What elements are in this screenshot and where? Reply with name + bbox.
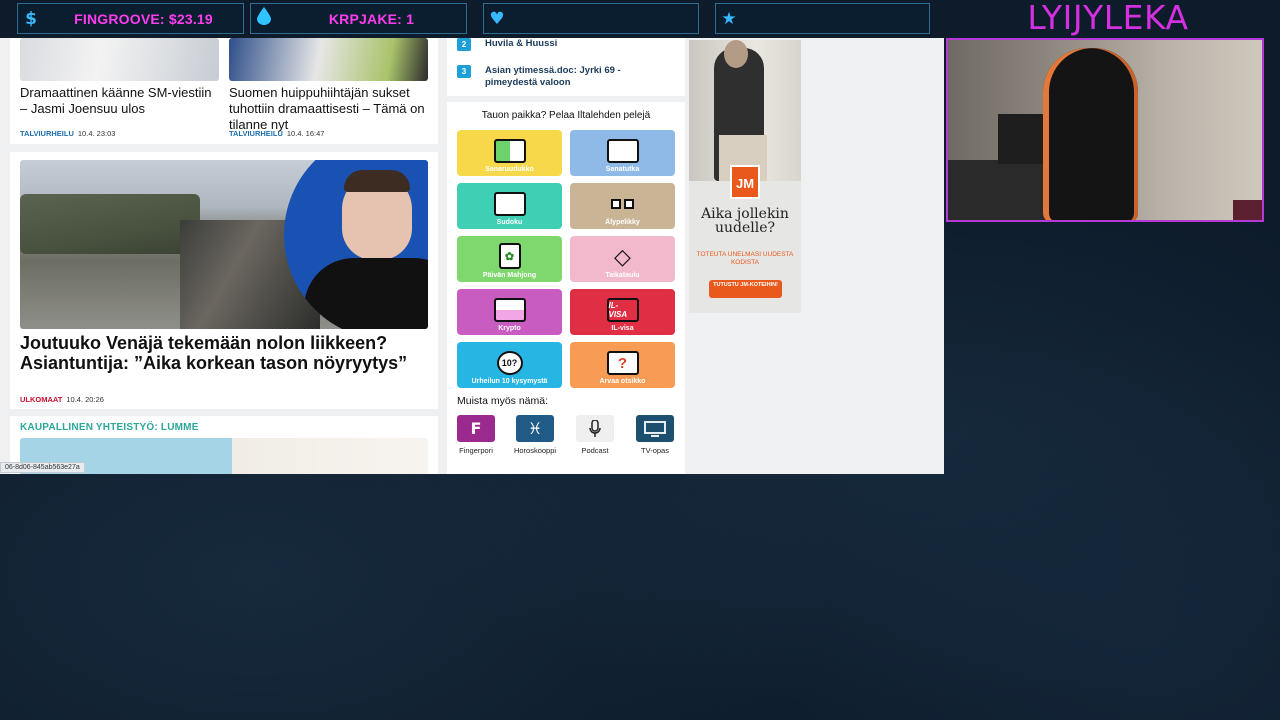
- game-tile-alypelikky[interactable]: Älypelikky: [570, 183, 675, 229]
- game-tile-urheilun-10[interactable]: 10? Urheilun 10 kysymystä: [457, 342, 562, 388]
- bits-counter: KRPJAKE: 1: [250, 3, 467, 34]
- expert-body: [304, 258, 428, 329]
- question-icon: ?: [606, 351, 639, 375]
- app-label: Horoskooppi: [513, 446, 557, 455]
- top-stories-card: Dramaattinen käänne SM-viestiin – Jasmi …: [10, 38, 438, 144]
- ad-headline: Aika jollekin uudelle?: [701, 206, 789, 236]
- main-story-time: 10.4. 20:26: [66, 395, 104, 404]
- drop-icon: [251, 7, 277, 30]
- ilvisa-icon: IL-VISA: [606, 298, 639, 322]
- gaming-chair: [1043, 48, 1138, 220]
- story-image-1[interactable]: [20, 38, 219, 81]
- toplist-item-2[interactable]: 2 Huvila & Huussi: [457, 38, 655, 51]
- game-tile-sudoku[interactable]: Sudoku: [457, 183, 562, 229]
- radar-icon: [606, 139, 639, 163]
- microphone-icon: [576, 415, 614, 442]
- game-label: Urheilun 10 kysymystä: [471, 378, 548, 385]
- game-label: Sudoku: [496, 219, 523, 226]
- dollar-icon: $: [25, 8, 37, 29]
- app-label: TV-opas: [641, 446, 669, 455]
- sudoku-icon: [493, 192, 526, 216]
- military-vehicles: [20, 194, 200, 254]
- crypto-icon: [493, 298, 526, 322]
- streamer-name: LYIJYLEKA: [1027, 0, 1189, 37]
- game-label: Älypelikky: [605, 219, 640, 226]
- donation-counter: $ FINGROOVE: $23.19: [17, 3, 244, 34]
- grid-icon: [493, 139, 526, 163]
- toplist-text-2: Huvila & Huussi: [485, 38, 558, 49]
- blocks-icon: [607, 192, 639, 216]
- toplist-text-3: Asian ytimessä.doc: Jyrki 69 - pimeydest…: [485, 65, 621, 88]
- game-tile-sanatutka[interactable]: Sanatutka: [570, 130, 675, 176]
- story-time-2: 10.4. 16:47: [286, 129, 325, 138]
- app-label: Podcast: [581, 446, 609, 455]
- bits-text: KRPJAKE: 1: [328, 10, 415, 27]
- star-icon: ★: [721, 8, 737, 29]
- status-bar-url: 06-8d06-845ab563e27a: [0, 462, 85, 473]
- mahjong-icon: ✿: [498, 243, 521, 269]
- app-tv-opas[interactable]: TV-opas: [635, 415, 675, 455]
- expert-hair: [344, 170, 410, 192]
- remember-title: Muista myös nämä:: [457, 395, 549, 407]
- game-label: Arvaa otsikko: [599, 378, 646, 385]
- expert-portrait-circle: [284, 160, 428, 329]
- game-tile-taikataulu[interactable]: ◇ Taikataulu: [570, 236, 675, 282]
- main-story-category[interactable]: ULKOMAAT: [20, 395, 62, 404]
- webcam-desk: [948, 160, 1048, 220]
- webcam-shelf: [998, 114, 1048, 164]
- advertisement-jm[interactable]: JM Aika jollekin uudelle? TOTEUTA UNELMA…: [689, 40, 801, 313]
- webcam-feed: [946, 38, 1264, 222]
- game-tile-arvaa-otsikko[interactable]: ? Arvaa otsikko: [570, 342, 675, 388]
- main-story-headline[interactable]: Joutuuko Venäjä tekemään nolon liikkeen?…: [20, 333, 430, 373]
- jm-logo: JM: [730, 165, 760, 199]
- subscriber-counter: ★: [715, 3, 930, 34]
- app-podcast[interactable]: Podcast: [575, 415, 615, 455]
- story-meta-2: TALVIURHEILU 10.4. 16:47: [229, 129, 324, 138]
- toplist-item-3[interactable]: 3 Asian ytimessä.doc: Jyrki 69 - pimeyde…: [457, 65, 655, 89]
- ad-person-head: [724, 40, 748, 68]
- pisces-icon: ♓: [516, 415, 554, 442]
- game-label: Taikataulu: [605, 272, 640, 279]
- toplist-rank-2: 2: [457, 38, 471, 51]
- fingerpori-icon: F: [457, 415, 495, 442]
- main-story-meta: ULKOMAAT 10.4. 20:26: [20, 395, 104, 404]
- games-title: Tauon paikka? Pelaa Iltalehden pelejä: [481, 110, 651, 121]
- sponsored-label[interactable]: KAUPALLINEN YHTEISTYÖ: LUMME: [20, 422, 199, 433]
- game-tile-ilvisa[interactable]: IL-VISA IL-visa: [570, 289, 675, 335]
- app-fingerpori[interactable]: F Fingerpori: [456, 415, 496, 455]
- story-category-2[interactable]: TALVIURHEILU: [229, 129, 283, 138]
- main-story-image[interactable]: [20, 160, 428, 329]
- story-category-1[interactable]: TALVIURHEILU: [20, 129, 74, 138]
- ad-photo: [689, 40, 801, 181]
- story-time-1: 10.4. 23:03: [77, 129, 116, 138]
- game-label: Sanaruudukko: [485, 166, 534, 173]
- app-label: Fingerpori: [459, 446, 493, 455]
- toplist-rank-3: 3: [457, 65, 471, 78]
- game-tile-krypto[interactable]: Krypto: [457, 289, 562, 335]
- game-label: IL-visa: [611, 325, 634, 332]
- game-tile-sanaruudukko[interactable]: Sanaruudukko: [457, 130, 562, 176]
- app-horoskooppi[interactable]: ♓ Horoskooppi: [514, 415, 556, 455]
- donation-text: FINGROOVE: $23.19: [74, 10, 213, 27]
- diamond-icon: ◇: [614, 244, 631, 270]
- story-headline-1[interactable]: Dramaattinen käänne SM-viestiin – Jasmi …: [20, 85, 215, 117]
- ad-cta-button[interactable]: TUTUSTU JM-KOTEIHIN!: [709, 280, 782, 298]
- ten-questions-icon: 10?: [496, 351, 523, 375]
- follower-counter: ♥: [483, 3, 699, 34]
- story-headline-2[interactable]: Suomen huippuhiihtäjän sukset tuhottiin …: [229, 85, 434, 133]
- story-image-2[interactable]: [229, 38, 428, 81]
- webcam-bag: [1233, 200, 1262, 220]
- game-tile-mahjong[interactable]: ✿ Päivän Mahjong: [457, 236, 562, 282]
- game-label: Krypto: [498, 325, 521, 332]
- browser-page: Dramaattinen käänne SM-viestiin – Jasmi …: [0, 38, 944, 474]
- heart-icon: ♥: [489, 8, 505, 29]
- game-label: Sanatutka: [605, 166, 640, 173]
- game-label: Päivän Mahjong: [482, 272, 537, 279]
- story-meta-1: TALVIURHEILU 10.4. 23:03: [20, 129, 115, 138]
- tv-icon: [636, 415, 674, 442]
- ad-subtext: TOTEUTA UNELMASI UUDESTA KODISTA: [696, 251, 794, 266]
